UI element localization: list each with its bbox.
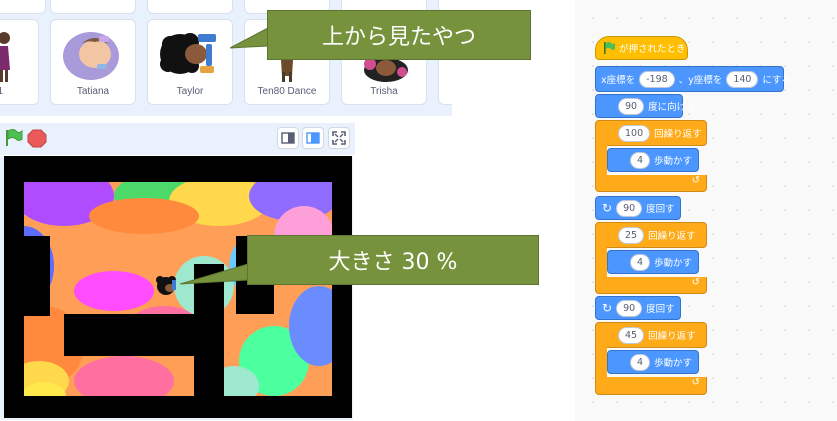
degrees-input[interactable]: 90	[616, 299, 643, 317]
stop-icon[interactable]	[27, 128, 47, 148]
sprite-card-tatiana[interactable]: Tatiana	[50, 19, 136, 105]
block-label: が押されたとき	[619, 44, 686, 55]
turn-right-icon: ↻	[602, 301, 613, 315]
block-label: 、y座標を	[678, 75, 723, 86]
loop-arrow-icon: ↺	[691, 377, 700, 388]
repeat-block-foot: ↺	[595, 277, 707, 294]
block-label: 歩動かす	[654, 258, 693, 269]
sprite-card-label: Taylor	[176, 86, 204, 97]
repeat-block-arm	[595, 247, 607, 277]
move-steps-block[interactable]: 4 歩動かす	[607, 350, 699, 374]
sprite-card-taylor[interactable]: Taylor	[147, 19, 233, 105]
block-label: 回繰り返す	[654, 129, 702, 140]
repeat-count-input[interactable]: 25	[618, 226, 645, 244]
stage-header	[0, 123, 355, 155]
steps-input[interactable]: 4	[630, 353, 651, 371]
x-input[interactable]: -198	[639, 70, 675, 88]
normal-stage-button[interactable]	[302, 127, 324, 149]
block-label: x座標を	[601, 75, 636, 86]
repeat-block-arm	[595, 145, 607, 175]
stage[interactable]	[0, 156, 353, 420]
fullscreen-icon	[332, 131, 346, 145]
repeat-count-input[interactable]: 45	[618, 326, 645, 344]
block-label: 度回す	[646, 204, 675, 215]
block-label: 歩動かす	[654, 156, 693, 167]
code-area[interactable]: が押されたとき x座標を -198 、y座標を 140 にする 90 度に向ける…	[575, 0, 837, 421]
when-flag-clicked-block[interactable]: が押されたとき	[595, 36, 688, 60]
point-direction-block[interactable]: 90 度に向ける	[595, 94, 696, 118]
goto-xy-block[interactable]: x座標を -198 、y座標を 140 にする	[595, 66, 791, 92]
stage-canvas[interactable]	[4, 156, 352, 418]
repeat-block[interactable]: 25 回繰り返す	[595, 222, 707, 248]
repeat-block-arm	[595, 347, 607, 377]
steps-input[interactable]: 4	[630, 151, 651, 169]
degrees-input[interactable]: 90	[616, 199, 643, 217]
direction-input[interactable]: 90	[618, 97, 645, 115]
small-stage-button[interactable]	[277, 127, 299, 149]
block-label: にする	[762, 75, 792, 86]
callout-pointer	[180, 263, 249, 285]
callout-top-view: 上から見たやつ	[267, 10, 531, 60]
fullscreen-button[interactable]	[328, 127, 350, 149]
block-label: 度回す	[646, 304, 675, 315]
turn-right-icon: ↻	[602, 201, 613, 215]
sprite-card-label: Ten80 Dance	[257, 86, 317, 97]
move-steps-block[interactable]: 4 歩動かす	[607, 148, 699, 172]
block-label: 歩動かす	[654, 358, 693, 369]
callout-pointer	[230, 27, 269, 49]
sprite-card-label: Tatiana	[76, 86, 110, 97]
block-label: 回繰り返す	[648, 231, 696, 242]
repeat-block-foot: ↺	[595, 175, 707, 192]
sprite-card-label: er1	[0, 86, 4, 97]
steps-input[interactable]: 4	[630, 253, 651, 271]
repeat-block-foot: ↺	[595, 377, 707, 395]
sprite-card-partial[interactable]	[50, 0, 136, 14]
sprite-card-label: Trisha	[370, 86, 398, 97]
move-steps-block[interactable]: 4 歩動かす	[607, 250, 699, 274]
sprite-card-partial[interactable]	[147, 0, 233, 14]
y-input[interactable]: 140	[726, 70, 759, 88]
callout-text: 上から見たやつ	[321, 25, 476, 50]
repeat-block[interactable]: 45 回繰り返す	[595, 322, 707, 348]
loop-arrow-icon: ↺	[691, 277, 700, 288]
sprite-card-partial[interactable]	[0, 0, 46, 14]
turn-right-block[interactable]: ↻ 90 度回す	[595, 196, 681, 220]
loop-arrow-icon: ↺	[691, 175, 700, 186]
green-flag-icon	[604, 42, 615, 54]
callout-size: 大きさ 30 %	[247, 235, 539, 285]
block-label: 回繰り返す	[648, 331, 696, 342]
repeat-count-input[interactable]: 100	[618, 124, 651, 142]
callout-text: 大きさ 30 %	[328, 250, 458, 275]
tatiana-sprite-icon	[63, 32, 119, 80]
dancer-sprite-icon	[0, 32, 10, 82]
small-stage-icon	[281, 132, 295, 144]
sprite-card-ten80-dancer1[interactable]: er1	[0, 19, 39, 105]
repeat-block[interactable]: 100 回繰り返す	[595, 120, 707, 146]
green-flag-icon[interactable]	[3, 128, 23, 148]
normal-stage-icon	[306, 132, 320, 144]
turn-right-block[interactable]: ↻ 90 度回す	[595, 296, 681, 320]
block-label: 度に向ける	[648, 102, 696, 113]
taylor-sprite-icon	[160, 33, 216, 74]
